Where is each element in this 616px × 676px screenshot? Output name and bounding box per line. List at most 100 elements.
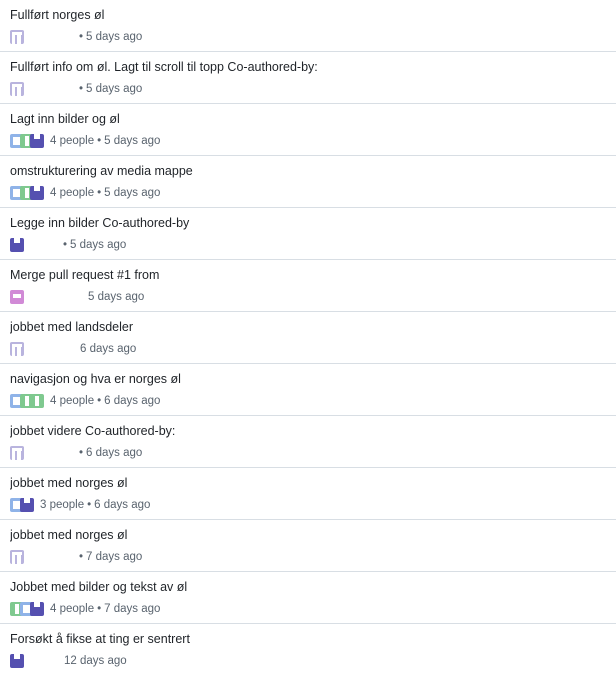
- avatar[interactable]: [10, 238, 24, 252]
- commit-meta: 5 days ago: [10, 289, 606, 305]
- commit-row: Jobbet med bilder og tekst av øl 4 people…: [0, 572, 616, 624]
- commit-row: Legge inn bilder Co-authored-by • 5 days a…: [0, 208, 616, 260]
- separator-dot: •: [97, 135, 102, 147]
- commit-meta-text: 3 people • 6 days ago: [40, 499, 150, 511]
- commit-meta-text: 4 people • 5 days ago: [50, 135, 160, 147]
- separator-dot: •: [79, 551, 84, 563]
- commit-row: Merge pull request #1 from 5 days ago: [0, 260, 616, 312]
- author-avatars[interactable]: [10, 653, 24, 669]
- author-avatars[interactable]: [10, 393, 44, 409]
- avatar[interactable]: [10, 82, 24, 96]
- commit-title-link[interactable]: Fullført norges øl: [10, 7, 606, 23]
- author-avatars[interactable]: [10, 81, 24, 97]
- commit-list: Fullført norges øl • 5 days ago Fullført in…: [0, 0, 616, 676]
- author-avatars[interactable]: [10, 445, 24, 461]
- author-avatars[interactable]: [10, 289, 24, 305]
- coauthors-count[interactable]: 4 people: [50, 187, 94, 199]
- commit-title-link[interactable]: Forsøkt å fikse at ting er sentrert: [10, 631, 606, 647]
- avatar[interactable]: [20, 498, 34, 512]
- separator-dot: •: [97, 603, 102, 615]
- author-avatars[interactable]: [10, 341, 24, 357]
- commit-title-link[interactable]: navigasjon og hva er norges øl: [10, 371, 606, 387]
- avatar[interactable]: [10, 550, 24, 564]
- avatar[interactable]: [10, 446, 24, 460]
- commit-meta: • 5 days ago: [10, 237, 606, 253]
- commit-title-link[interactable]: jobbet videre Co-authored-by:: [10, 423, 606, 439]
- commit-row: jobbet videre Co-authored-by: • 6 days ago: [0, 416, 616, 468]
- separator-dot: •: [63, 239, 68, 251]
- relative-time: 6 days ago: [94, 499, 151, 511]
- relative-time: 5 days ago: [88, 291, 145, 303]
- relative-time: 6 days ago: [80, 343, 137, 355]
- avatar[interactable]: [30, 186, 44, 200]
- avatar[interactable]: [10, 342, 24, 356]
- author-avatars[interactable]: [10, 29, 24, 45]
- author-avatars[interactable]: [10, 601, 44, 617]
- commit-meta-text: 4 people • 6 days ago: [50, 395, 160, 407]
- relative-time: 5 days ago: [86, 31, 143, 43]
- commit-meta: • 5 days ago: [10, 29, 606, 45]
- commit-meta-text: • 5 days ago: [76, 83, 142, 95]
- commit-row: Lagt inn bilder og øl 4 people • 5 days ago: [0, 104, 616, 156]
- commit-row: Fullført info om øl. Lagt til scroll til…: [0, 52, 616, 104]
- separator-dot: •: [97, 187, 102, 199]
- avatar[interactable]: [10, 290, 24, 304]
- commit-meta-text: 5 days ago: [88, 291, 144, 303]
- commit-title-link[interactable]: Jobbet med bilder og tekst av øl: [10, 579, 606, 595]
- separator-dot: •: [97, 395, 102, 407]
- relative-time: 5 days ago: [104, 187, 161, 199]
- commit-meta-text: 4 people • 5 days ago: [50, 187, 160, 199]
- commit-row: Forsøkt å fikse at ting er sentrert 12 da…: [0, 624, 616, 676]
- commit-meta: 4 people • 5 days ago: [10, 133, 606, 149]
- relative-time: 7 days ago: [104, 603, 161, 615]
- coauthors-count[interactable]: 3 people: [40, 499, 84, 511]
- author-avatars[interactable]: [10, 185, 44, 201]
- coauthors-count[interactable]: 4 people: [50, 135, 94, 147]
- author-avatars[interactable]: [10, 133, 44, 149]
- commit-row: jobbet med norges øl • 7 days ago: [0, 520, 616, 572]
- avatar[interactable]: [10, 654, 24, 668]
- commit-title-link[interactable]: jobbet med norges øl: [10, 527, 606, 543]
- separator-dot: •: [87, 499, 92, 511]
- commit-title-link[interactable]: omstrukturering av media mappe: [10, 163, 606, 179]
- relative-time: 5 days ago: [104, 135, 161, 147]
- commit-title-link[interactable]: jobbet med landsdeler: [10, 319, 606, 335]
- separator-dot: •: [79, 31, 84, 43]
- commit-title-link[interactable]: jobbet med norges øl: [10, 475, 606, 491]
- commit-meta-text: • 6 days ago: [76, 447, 142, 459]
- commit-meta: 4 people • 6 days ago: [10, 393, 606, 409]
- separator-dot: •: [79, 447, 84, 459]
- commit-row: omstrukturering av media mappe 4 people • 5…: [0, 156, 616, 208]
- commit-row: Fullført norges øl • 5 days ago: [0, 0, 616, 52]
- avatar[interactable]: [30, 394, 44, 408]
- commit-row: navigasjon og hva er norges øl 4 people • 6…: [0, 364, 616, 416]
- commit-title-link[interactable]: Lagt inn bilder og øl: [10, 111, 606, 127]
- avatar[interactable]: [30, 602, 44, 616]
- commit-meta: 3 people • 6 days ago: [10, 497, 606, 513]
- coauthors-count[interactable]: 4 people: [50, 395, 94, 407]
- commit-meta-text: • 5 days ago: [60, 239, 126, 251]
- commit-row: jobbet med norges øl 3 people • 6 days ago: [0, 468, 616, 520]
- author-avatars[interactable]: [10, 549, 24, 565]
- commit-meta: 4 people • 7 days ago: [10, 601, 606, 617]
- avatar[interactable]: [30, 134, 44, 148]
- relative-time: 5 days ago: [86, 83, 143, 95]
- relative-time: 6 days ago: [104, 395, 161, 407]
- commit-meta-text: • 7 days ago: [76, 551, 142, 563]
- relative-time: 5 days ago: [70, 239, 127, 251]
- commit-meta-text: 4 people • 7 days ago: [50, 603, 160, 615]
- relative-time: 12 days ago: [64, 655, 127, 667]
- commit-title-link[interactable]: Fullført info om øl. Lagt til scroll til…: [10, 59, 606, 75]
- relative-time: 6 days ago: [86, 447, 143, 459]
- commit-meta-text: 6 days ago: [80, 343, 136, 355]
- commit-row: jobbet med landsdeler 6 days ago: [0, 312, 616, 364]
- commit-title-link[interactable]: Merge pull request #1 from: [10, 267, 606, 283]
- avatar[interactable]: [10, 30, 24, 44]
- commit-title-link[interactable]: Legge inn bilder Co-authored-by: [10, 215, 606, 231]
- relative-time: 7 days ago: [86, 551, 143, 563]
- author-avatars[interactable]: [10, 497, 34, 513]
- commit-meta: • 7 days ago: [10, 549, 606, 565]
- author-avatars[interactable]: [10, 237, 24, 253]
- commit-meta: 12 days ago: [10, 653, 606, 669]
- coauthors-count[interactable]: 4 people: [50, 603, 94, 615]
